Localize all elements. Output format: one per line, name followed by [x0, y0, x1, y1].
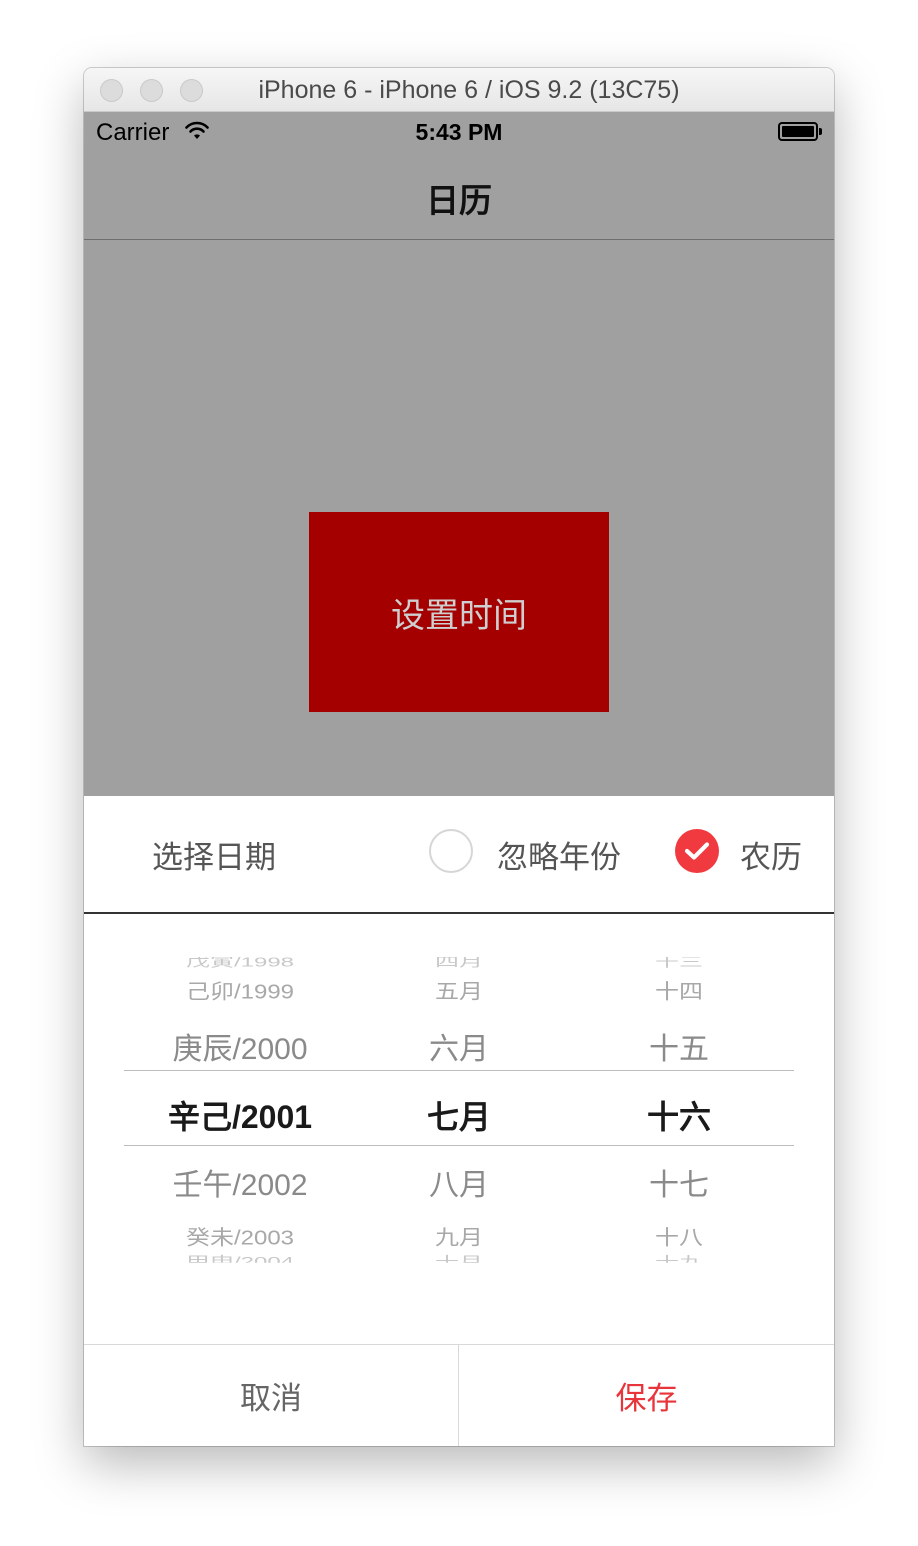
- battery-icon: [778, 122, 822, 141]
- window-title: iPhone 6 - iPhone 6 / iOS 9.2 (13C75): [258, 76, 680, 104]
- picker-row[interactable]: 十五: [604, 1024, 754, 1068]
- picker-row[interactable]: 十四: [604, 975, 754, 1005]
- picker-row[interactable]: 八月: [384, 1160, 534, 1204]
- picker-row[interactable]: 十月: [384, 1254, 534, 1263]
- picker-row[interactable]: 十三: [604, 957, 754, 968]
- set-time-button[interactable]: 设置时间: [309, 512, 609, 712]
- window-titlebar: iPhone 6 - iPhone 6 / iOS 9.2 (13C75): [84, 68, 834, 112]
- save-button[interactable]: 保存: [459, 1345, 834, 1446]
- checkmark-icon: [684, 842, 710, 860]
- simulator-window: iPhone 6 - iPhone 6 / iOS 9.2 (13C75) Ca…: [84, 68, 834, 1446]
- status-time: 5:43 PM: [415, 119, 503, 145]
- date-picker-wheel[interactable]: 戊寅/1998 己卯/1999 庚辰/2000 辛己/2001 壬午/2002 …: [84, 914, 834, 1328]
- picker-row[interactable]: 十九: [604, 1254, 754, 1263]
- picker-row-selected[interactable]: 十六: [604, 1092, 754, 1138]
- picker-row[interactable]: 己卯/1999: [130, 975, 350, 1005]
- date-picker-sheet: 选择日期 忽略年份 农历 戊寅/1998 己卯/1999 庚辰/2000 辛己/…: [84, 796, 834, 1446]
- picker-row[interactable]: 戊寅/1998: [130, 957, 350, 968]
- picker-row-selected[interactable]: 七月: [384, 1092, 534, 1138]
- picker-options-bar: 选择日期 忽略年份 农历: [84, 796, 834, 914]
- picker-row-selected[interactable]: 辛己/2001: [130, 1092, 350, 1138]
- navigation-bar: 日历: [84, 152, 834, 240]
- picker-row[interactable]: 九月: [384, 1221, 534, 1251]
- lunar-label[interactable]: 农历: [740, 832, 802, 877]
- lunar-radio[interactable]: [675, 829, 719, 873]
- picker-row[interactable]: 五月: [384, 975, 534, 1005]
- picker-row[interactable]: 十七: [604, 1160, 754, 1204]
- page-title: 日历: [426, 182, 492, 219]
- picker-row[interactable]: 十八: [604, 1221, 754, 1251]
- picker-row[interactable]: 庚辰/2000: [130, 1024, 350, 1068]
- picker-row[interactable]: 四月: [384, 957, 534, 968]
- ignore-year-label[interactable]: 忽略年份: [497, 832, 621, 877]
- picker-row[interactable]: 六月: [384, 1024, 534, 1068]
- day-column[interactable]: 十三 十四 十五 十六 十七 十八 十九: [604, 914, 754, 1328]
- device-screen: Carrier 5:43 PM 日历 设置时间 选择日期 忽略年份 农历 戊寅/…: [84, 112, 834, 1446]
- cancel-button[interactable]: 取消: [84, 1345, 459, 1446]
- dimmed-content-area[interactable]: Carrier 5:43 PM 日历 设置时间: [84, 112, 834, 796]
- picker-row[interactable]: 甲申/2004: [130, 1254, 350, 1263]
- ignore-year-radio[interactable]: [429, 829, 473, 873]
- select-date-label: 选择日期: [152, 840, 276, 875]
- picker-row[interactable]: 壬午/2002: [130, 1160, 350, 1204]
- action-buttons: 取消 保存: [84, 1344, 834, 1446]
- year-column[interactable]: 戊寅/1998 己卯/1999 庚辰/2000 辛己/2001 壬午/2002 …: [130, 914, 350, 1328]
- picker-row[interactable]: 癸未/2003: [130, 1221, 350, 1251]
- month-column[interactable]: 四月 五月 六月 七月 八月 九月 十月: [384, 914, 534, 1328]
- status-bar: Carrier 5:43 PM: [84, 112, 834, 152]
